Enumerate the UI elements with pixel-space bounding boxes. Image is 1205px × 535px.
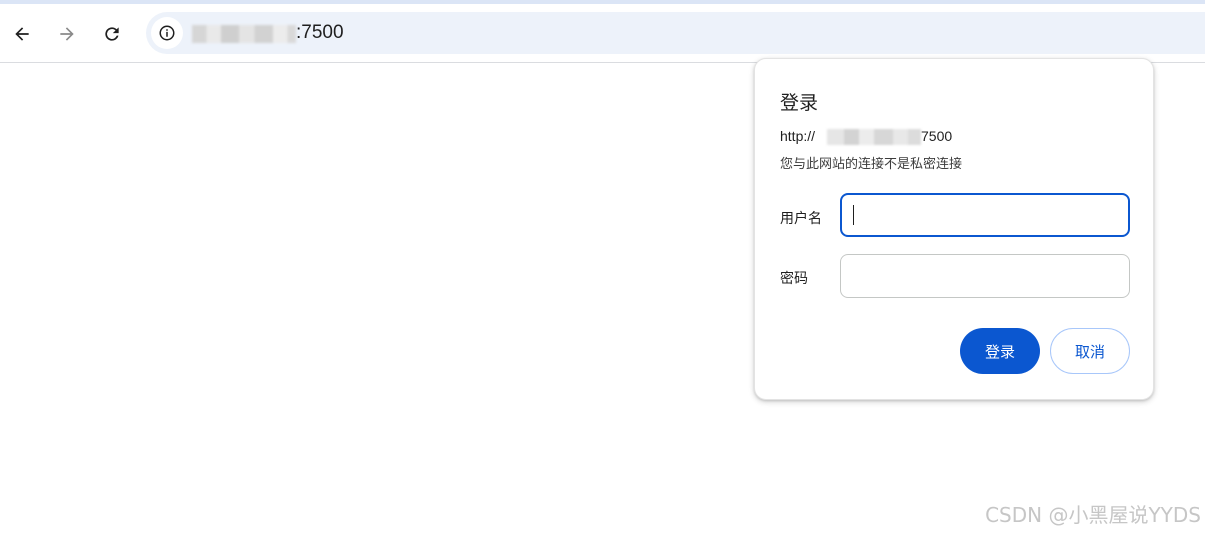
- forward-button[interactable]: [50, 17, 84, 51]
- arrow-right-icon: [60, 27, 74, 41]
- reload-icon: [105, 27, 119, 41]
- reload-button[interactable]: [95, 17, 129, 51]
- site-info-button[interactable]: [151, 17, 183, 49]
- dialog-title: 登录: [780, 92, 819, 114]
- cancel-button[interactable]: 取消: [1050, 328, 1130, 374]
- username-label: 用户名: [780, 211, 822, 227]
- password-label: 密码: [780, 271, 808, 287]
- http-auth-dialog: 登录 http:// 7500 您与此网站的连接不是私密连接 用户名 密码 登录…: [754, 58, 1154, 400]
- text-caret: [853, 205, 854, 225]
- url-port-text: :7500: [296, 22, 344, 43]
- watermark: CSDN @小黑屋说YYDS: [985, 503, 1201, 527]
- origin-redacted: [827, 129, 921, 145]
- arrow-left-icon: [15, 27, 29, 41]
- url-redacted: [192, 25, 296, 43]
- username-input[interactable]: [840, 193, 1130, 237]
- login-button[interactable]: 登录: [960, 328, 1040, 374]
- address-bar[interactable]: :7500: [146, 12, 1205, 54]
- dialog-origin-port: 7500: [921, 128, 953, 144]
- connection-warning: 您与此网站的连接不是私密连接: [780, 157, 963, 172]
- browser-toolbar: :7500: [0, 4, 1205, 63]
- password-input[interactable]: [840, 254, 1130, 298]
- info-icon: [159, 25, 175, 41]
- dialog-origin-prefix: http://: [780, 128, 816, 144]
- back-button[interactable]: [5, 17, 39, 51]
